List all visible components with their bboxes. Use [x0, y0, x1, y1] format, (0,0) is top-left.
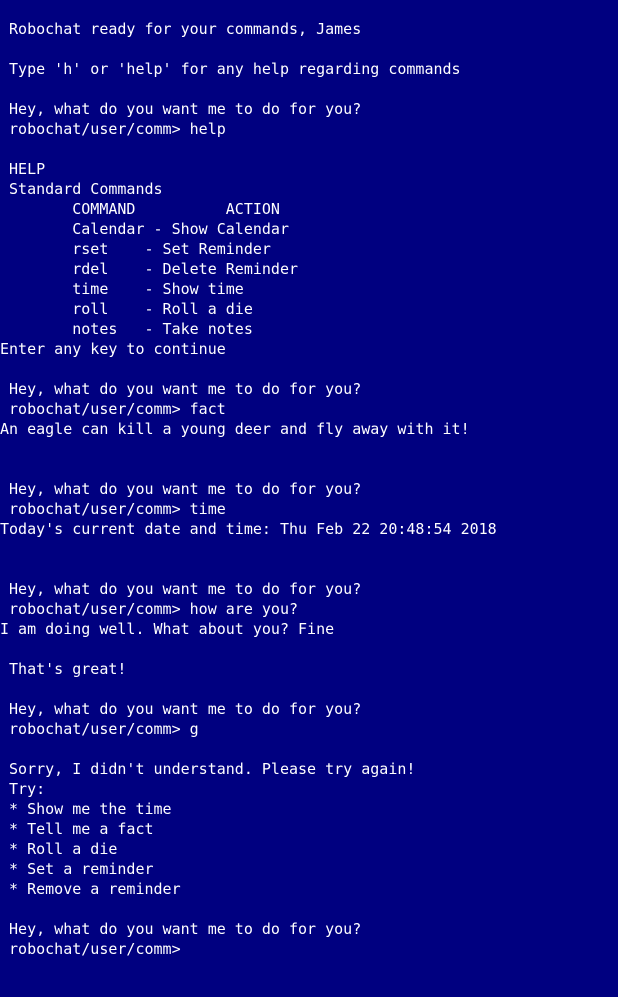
console-window[interactable]: Robochat ready for your commands, James … [0, 0, 618, 997]
question-line: Hey, what do you want me to do for you? [0, 480, 362, 498]
help-hint-line: Type 'h' or 'help' for any help regardin… [0, 60, 461, 78]
question-line: Hey, what do you want me to do for you? [0, 100, 362, 118]
error-line: Sorry, I didn't understand. Please try a… [0, 760, 416, 778]
suggestion-item: * Show me the time [0, 800, 172, 818]
help-table-row: rset - Set Reminder [0, 240, 271, 258]
suggestion-item: * Roll a die [0, 840, 118, 858]
help-table-row: notes - Take notes [0, 320, 253, 338]
continue-line: Enter any key to continue [0, 340, 226, 358]
prompt-line: robochat/user/comm> time [0, 500, 226, 518]
question-line: Hey, what do you want me to do for you? [0, 580, 362, 598]
suggestion-item: * Tell me a fact [0, 820, 154, 838]
response-line: I am doing well. What about you? Fine [0, 620, 335, 638]
help-table-header: COMMAND ACTION [0, 200, 280, 218]
help-table-row: Calendar - Show Calendar [0, 220, 289, 238]
suggestion-item: * Remove a reminder [0, 880, 181, 898]
help-subheading: Standard Commands [0, 180, 163, 198]
prompt-line: robochat/user/comm> g [0, 720, 199, 738]
help-heading: HELP [0, 160, 46, 178]
suggestion-heading: Try: [0, 780, 46, 798]
question-line: Hey, what do you want me to do for you? [0, 380, 362, 398]
prompt-line: robochat/user/comm> help [0, 120, 226, 138]
help-table-row: roll - Roll a die [0, 300, 253, 318]
help-table-row: rdel - Delete Reminder [0, 260, 299, 278]
question-line: Hey, what do you want me to do for you? [0, 920, 362, 938]
greeting-line: Robochat ready for your commands, James [0, 20, 362, 38]
response-line: An eagle can kill a young deer and fly a… [0, 420, 470, 438]
response-line: That's great! [0, 660, 127, 678]
command-input-prompt[interactable]: robochat/user/comm> [0, 939, 618, 959]
prompt-line: robochat/user/comm> fact [0, 400, 226, 418]
prompt-line: robochat/user/comm> how are you? [0, 600, 299, 618]
question-line: Hey, what do you want me to do for you? [0, 700, 362, 718]
suggestion-item: * Set a reminder [0, 860, 154, 878]
response-line: Today's current date and time: Thu Feb 2… [0, 520, 497, 538]
help-table-row: time - Show time [0, 280, 244, 298]
